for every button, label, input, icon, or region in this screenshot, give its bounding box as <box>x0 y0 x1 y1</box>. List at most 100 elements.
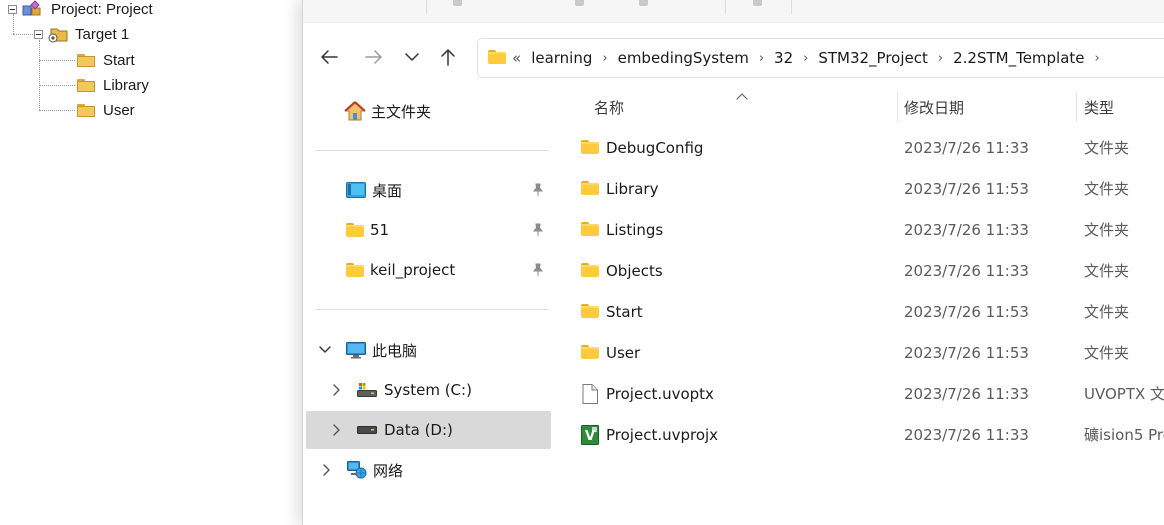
toolbar-button-icon[interactable] <box>753 0 762 6</box>
tree-item-group[interactable]: Library <box>77 74 149 96</box>
file-row[interactable]: Project.uvoptx 2023/7/26 11:33 UVOPTX 文件 <box>555 373 1164 414</box>
file-type: 文件夹 <box>1084 139 1130 157</box>
file-row[interactable]: Objects 2023/7/26 11:33 文件夹 <box>555 250 1164 291</box>
tree-item-target[interactable]: Target 1 <box>34 23 129 45</box>
nav-divider <box>316 150 548 151</box>
data-drive-icon <box>357 426 377 434</box>
chevron-right-icon[interactable]: › <box>602 51 607 66</box>
breadcrumb-segment[interactable]: learning <box>531 49 592 67</box>
breadcrumb: « learning › embedingSystem › 32 › STM32… <box>512 39 1110 77</box>
address-bar[interactable]: « learning › embedingSystem › 32 › STM32… <box>477 38 1164 78</box>
recent-locations-button[interactable] <box>397 42 427 72</box>
file-date: 2023/7/26 11:33 <box>904 384 1029 403</box>
navigation-pane: 主文件夹 桌面 51 keil_project 此电脑 System (C:) … <box>303 92 553 525</box>
file-date: 2023/7/26 11:33 <box>904 220 1029 239</box>
toolbar-button-icon[interactable] <box>639 0 648 6</box>
file-name: Objects <box>606 261 663 280</box>
file-explorer-window: « learning › embedingSystem › 32 › STM32… <box>302 0 1164 525</box>
chevron-down-icon <box>405 53 419 61</box>
toolbar-button-icon[interactable] <box>453 0 462 6</box>
forward-button[interactable] <box>359 42 389 72</box>
nav-item-home[interactable]: 主文件夹 <box>306 92 551 130</box>
command-bar <box>303 0 1164 23</box>
chevron-right-icon[interactable]: › <box>938 51 943 66</box>
folder-icon <box>581 140 599 155</box>
tree-item-group[interactable]: User <box>77 99 135 121</box>
tree-connector <box>39 110 75 111</box>
arrow-up-icon <box>441 49 455 66</box>
file-name: Listings <box>606 220 664 239</box>
arrow-right-icon <box>365 50 382 64</box>
back-button[interactable] <box>314 42 344 72</box>
folder-icon <box>488 50 506 65</box>
tree-item-project[interactable]: Project: Project <box>8 0 153 20</box>
collapse-toggle-icon[interactable] <box>8 4 17 14</box>
arrow-left-icon <box>321 50 338 64</box>
chevron-right-icon[interactable]: › <box>759 51 764 66</box>
nav-item-data-drive[interactable]: Data (D:) <box>306 411 551 449</box>
file-type: 文件夹 <box>1084 221 1130 239</box>
folder-icon <box>346 222 364 238</box>
file-row[interactable]: Start 2023/7/26 11:53 文件夹 <box>555 291 1164 332</box>
uvision-project-icon: V <box>581 424 599 445</box>
project-icon <box>21 0 45 18</box>
pin-icon[interactable] <box>532 183 544 197</box>
file-row[interactable]: V Project.uvprojx 2023/7/26 11:33 礦ision… <box>555 414 1164 455</box>
up-button[interactable] <box>433 42 463 72</box>
file-name: Project.uvoptx <box>606 384 714 403</box>
chevron-right-icon[interactable]: › <box>1095 51 1100 66</box>
toolbar-divider <box>725 0 726 14</box>
file-row[interactable]: Listings 2023/7/26 11:33 文件夹 <box>555 209 1164 250</box>
file-row[interactable]: DebugConfig 2023/7/26 11:33 文件夹 <box>555 127 1164 168</box>
toolbar-button-icon[interactable] <box>575 0 584 6</box>
file-type: 文件夹 <box>1084 344 1130 362</box>
column-resize-handle[interactable] <box>897 92 898 122</box>
chevron-right-icon[interactable]: › <box>803 51 808 66</box>
column-header-type[interactable]: 类型 <box>1084 96 1114 118</box>
nav-item-desktop[interactable]: 桌面 <box>306 171 551 209</box>
folder-icon <box>581 263 599 278</box>
chevron-right-icon[interactable] <box>333 424 347 436</box>
nav-label: 桌面 <box>372 181 403 200</box>
breadcrumb-segment[interactable]: 32 <box>774 49 793 67</box>
column-header-label: 名称 <box>594 98 625 117</box>
file-type: 文件夹 <box>1084 180 1130 198</box>
file-date: 2023/7/26 11:53 <box>904 302 1029 321</box>
file-name: Library <box>606 179 659 198</box>
file-row[interactable]: Library 2023/7/26 11:53 文件夹 <box>555 168 1164 209</box>
breadcrumb-segment[interactable]: embedingSystem <box>618 49 749 67</box>
tree-connector <box>39 85 75 86</box>
nav-item-this-pc[interactable]: 此电脑 <box>306 331 551 369</box>
group-label: Library <box>103 76 149 94</box>
pin-icon[interactable] <box>532 223 544 237</box>
file-type: UVOPTX 文件 <box>1084 385 1164 403</box>
chevron-right-icon[interactable] <box>323 464 337 476</box>
column-resize-handle[interactable] <box>1076 92 1077 122</box>
file-row[interactable]: User 2023/7/26 11:53 文件夹 <box>555 332 1164 373</box>
collapse-toggle-icon[interactable] <box>34 29 43 39</box>
chevron-down-icon[interactable] <box>319 346 333 354</box>
target-label: Target 1 <box>75 25 130 43</box>
pin-icon[interactable] <box>532 263 544 277</box>
folder-icon <box>77 78 95 92</box>
column-header-label: 修改日期 <box>904 98 965 117</box>
file-date: 2023/7/26 11:53 <box>904 343 1029 362</box>
column-header-name[interactable]: 名称 <box>594 96 624 118</box>
nav-item-keil-project[interactable]: keil_project <box>306 251 551 289</box>
file-name: Start <box>606 302 643 321</box>
chevron-right-icon[interactable] <box>333 384 347 396</box>
folder-icon <box>581 345 599 360</box>
column-header-date[interactable]: 修改日期 <box>904 96 964 118</box>
breadcrumb-segment[interactable]: 2.2STM_Template <box>953 49 1084 67</box>
file-name: Project.uvprojx <box>606 425 719 444</box>
breadcrumb-overflow[interactable]: « <box>512 49 521 67</box>
column-header-label: 类型 <box>1084 98 1115 117</box>
breadcrumb-segment[interactable]: STM32_Project <box>818 49 928 67</box>
nav-item-system-drive[interactable]: System (C:) <box>306 371 551 409</box>
file-type: 礦ision5 Project <box>1084 426 1164 444</box>
nav-item-network[interactable]: 网络 <box>306 451 551 489</box>
nav-item-folder-51[interactable]: 51 <box>306 211 551 249</box>
tree-connector <box>39 60 75 61</box>
tree-item-group[interactable]: Start <box>77 49 135 71</box>
nav-label: System (C:) <box>384 381 472 399</box>
